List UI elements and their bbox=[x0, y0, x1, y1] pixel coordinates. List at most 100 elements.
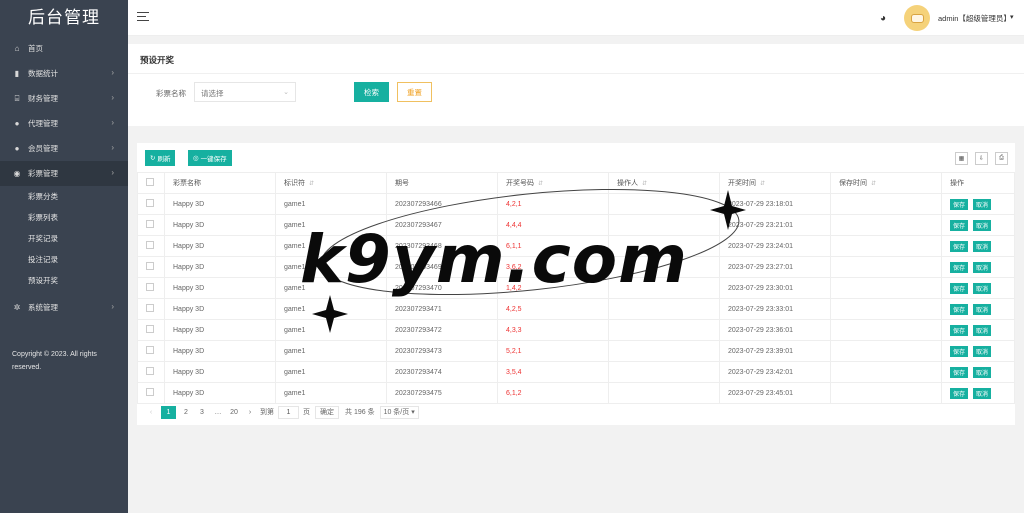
row-checkbox[interactable] bbox=[146, 367, 154, 375]
lottery-name-label: 彩票名称 bbox=[156, 89, 186, 98]
cancel-row-button[interactable]: 取消 bbox=[973, 261, 992, 273]
cancel-row-button[interactable]: 取消 bbox=[973, 387, 992, 399]
save-icon: ◎ bbox=[193, 155, 199, 162]
users-icon: ● bbox=[14, 144, 20, 153]
column-header[interactable]: 保存时间 ⇵ bbox=[830, 172, 942, 194]
row-checkbox-cell bbox=[137, 214, 165, 236]
row-checkbox[interactable] bbox=[146, 199, 154, 207]
select-all-checkbox[interactable] bbox=[146, 178, 154, 186]
cancel-row-button[interactable]: 取消 bbox=[973, 219, 992, 231]
row-checkbox[interactable] bbox=[146, 262, 154, 270]
sidebar-item-system[interactable]: ✲ 系统管理 › bbox=[0, 295, 128, 320]
page-1[interactable]: 1 bbox=[161, 405, 176, 419]
row-checkbox-cell bbox=[137, 382, 165, 404]
row-checkbox[interactable] bbox=[146, 220, 154, 228]
sidebar-item-finance[interactable]: ⌸ 财务管理 › bbox=[0, 86, 128, 111]
next-page-icon[interactable]: › bbox=[244, 406, 256, 419]
sidebar-item-lottery[interactable]: ◉ 彩票管理 › bbox=[0, 161, 128, 186]
cancel-row-button[interactable]: 取消 bbox=[973, 198, 992, 210]
columns-filter-icon[interactable]: ▦ bbox=[955, 152, 968, 165]
select-placeholder: 请选择 bbox=[201, 89, 224, 98]
cancel-row-button[interactable]: 取消 bbox=[973, 303, 992, 315]
save-row-button[interactable]: 保存 bbox=[950, 345, 969, 357]
print-icon[interactable]: ⎙ bbox=[995, 152, 1008, 165]
cell-save-time bbox=[830, 361, 942, 383]
cell-draw-numbers[interactable]: 6,1,2 bbox=[497, 382, 609, 404]
sidebar-subitem-draw-records[interactable]: 开奖记录 bbox=[0, 228, 128, 249]
row-checkbox-cell bbox=[137, 361, 165, 383]
row-checkbox[interactable] bbox=[146, 304, 154, 312]
cell-save-time bbox=[830, 256, 942, 278]
prev-page-icon[interactable]: ‹ bbox=[145, 406, 157, 419]
sidebar-subitem-bet-records[interactable]: 投注记录 bbox=[0, 249, 128, 270]
page-3[interactable]: 3 bbox=[196, 406, 208, 419]
cancel-row-button[interactable]: 取消 bbox=[973, 282, 992, 294]
row-checkbox[interactable] bbox=[146, 346, 154, 354]
chevron-right-icon: › bbox=[111, 93, 114, 102]
sidebar-item-home[interactable]: ⌂ 首页 bbox=[0, 36, 128, 61]
sort-icon[interactable]: ⇵ bbox=[871, 181, 876, 187]
lottery-submenu: 彩票分类 彩票列表 开奖记录 投注记录 预设开奖 bbox=[0, 186, 128, 291]
cell-draw-numbers[interactable]: 3,5,4 bbox=[497, 361, 609, 383]
sidebar-subitem-preset-draw[interactable]: 预设开奖 bbox=[0, 270, 128, 291]
save-row-button[interactable]: 保存 bbox=[950, 324, 969, 336]
palette-icon[interactable]: ◕ bbox=[880, 13, 886, 24]
cell-actions: 保存 取消 bbox=[941, 319, 1015, 341]
caret-down-icon[interactable]: ▾ bbox=[1010, 13, 1014, 21]
cell-actions: 保存 取消 bbox=[941, 256, 1015, 278]
column-header: 操作 bbox=[941, 172, 1015, 194]
page-size-select[interactable]: 10 条/页 ▾ bbox=[379, 405, 419, 419]
refresh-button[interactable]: ↻ 刷新 bbox=[145, 150, 176, 166]
top-header: ◕ admin【超级管理员】 ▾ bbox=[128, 0, 1024, 36]
user-name[interactable]: admin【超级管理员】 bbox=[938, 13, 1011, 24]
lottery-select[interactable]: 请选择 ⌄ bbox=[194, 82, 296, 102]
save-row-button[interactable]: 保存 bbox=[950, 387, 969, 399]
page-20[interactable]: 20 bbox=[228, 406, 240, 419]
sidebar-subitem-categories[interactable]: 彩票分类 bbox=[0, 186, 128, 207]
avatar[interactable] bbox=[904, 5, 930, 31]
cell-lottery-name: Happy 3D bbox=[164, 214, 276, 236]
sort-icon[interactable]: ⇵ bbox=[760, 181, 765, 187]
bank-icon: ⌸ bbox=[14, 93, 20, 103]
export-icon[interactable]: ⇩ bbox=[975, 152, 988, 165]
cancel-row-button[interactable]: 取消 bbox=[973, 345, 992, 357]
row-checkbox[interactable] bbox=[146, 325, 154, 333]
gear-icon: ✲ bbox=[13, 303, 21, 312]
save-row-button[interactable]: 保存 bbox=[950, 282, 969, 294]
save-all-button[interactable]: ◎ 一键保存 bbox=[188, 150, 232, 166]
sidebar-item-members[interactable]: ● 会员管理 › bbox=[0, 136, 128, 161]
cell-actions: 保存 取消 bbox=[941, 193, 1015, 215]
save-row-button[interactable]: 保存 bbox=[950, 261, 969, 273]
sidebar-item-label: 财务管理 bbox=[28, 94, 58, 103]
row-checkbox[interactable] bbox=[146, 241, 154, 249]
save-row-button[interactable]: 保存 bbox=[950, 366, 969, 378]
save-row-button[interactable]: 保存 bbox=[950, 240, 969, 252]
menu-toggle-icon[interactable] bbox=[137, 12, 149, 24]
page-size-value: 10 条/页 bbox=[383, 408, 410, 416]
search-button[interactable]: 检索 bbox=[354, 82, 389, 102]
sidebar-subitem-lottery-list[interactable]: 彩票列表 bbox=[0, 207, 128, 228]
cancel-row-button[interactable]: 取消 bbox=[973, 366, 992, 378]
table-row[interactable]: Happy 3D game1 202307293474 3,5,4 2023-07-29… bbox=[137, 361, 1015, 383]
row-checkbox[interactable] bbox=[146, 283, 154, 291]
cancel-row-button[interactable]: 取消 bbox=[973, 324, 992, 336]
save-row-button[interactable]: 保存 bbox=[950, 198, 969, 210]
chevron-right-icon: › bbox=[111, 118, 114, 127]
save-row-button[interactable]: 保存 bbox=[950, 303, 969, 315]
sidebar-item-agents[interactable]: ● 代理管理 › bbox=[0, 111, 128, 136]
table-row[interactable]: Happy 3D game1 202307293475 6,1,2 2023-07-29… bbox=[137, 382, 1015, 404]
confirm-page-button[interactable]: 确定 bbox=[315, 405, 339, 419]
row-checkbox-cell bbox=[137, 298, 165, 320]
reset-button[interactable]: 重置 bbox=[397, 82, 432, 102]
sidebar-item-label: 彩票管理 bbox=[28, 169, 58, 178]
cell-save-time bbox=[830, 298, 942, 320]
row-checkbox[interactable] bbox=[146, 388, 154, 396]
sparkle-icon bbox=[312, 295, 348, 333]
page-2[interactable]: 2 bbox=[180, 406, 192, 419]
cell-actions: 保存 取消 bbox=[941, 382, 1015, 404]
cell-save-time bbox=[830, 340, 942, 362]
save-row-button[interactable]: 保存 bbox=[950, 219, 969, 231]
sidebar-item-stats[interactable]: ▮ 数据统计 › bbox=[0, 61, 128, 86]
page-number-input[interactable]: 1 bbox=[278, 405, 299, 419]
cancel-row-button[interactable]: 取消 bbox=[973, 240, 992, 252]
